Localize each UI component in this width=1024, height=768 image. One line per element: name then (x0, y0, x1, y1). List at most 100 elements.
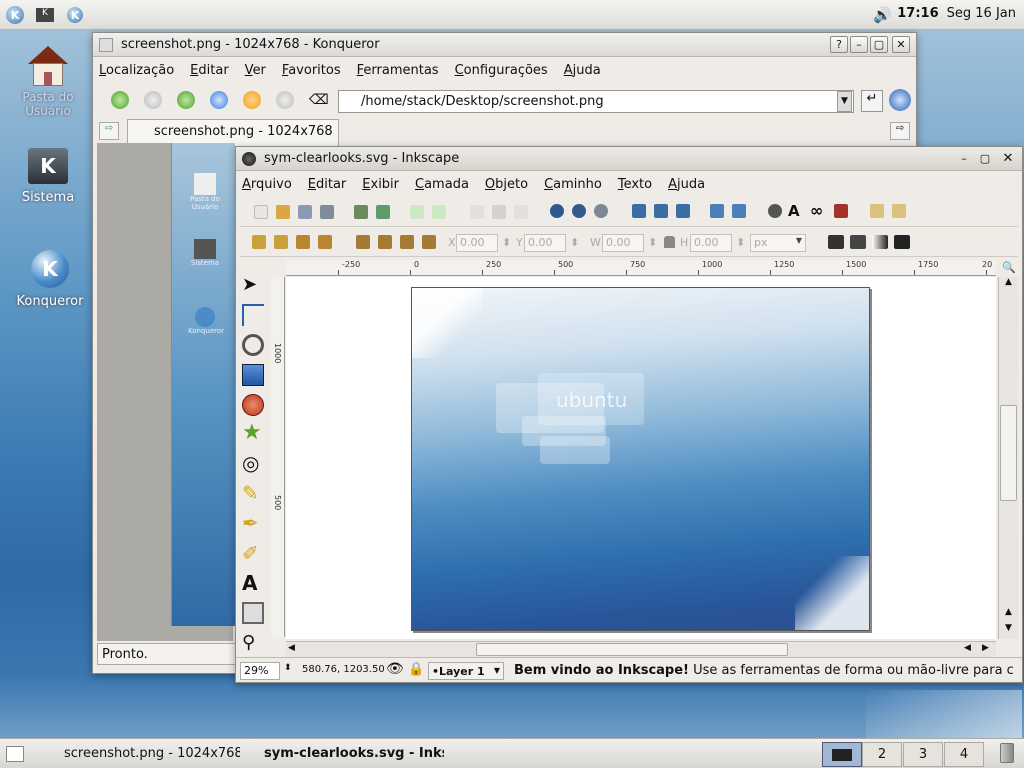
group-icon[interactable] (710, 204, 724, 218)
rectangle-tool-icon[interactable] (242, 364, 264, 386)
zoom-page-icon[interactable] (594, 204, 608, 218)
import-icon[interactable] (354, 205, 368, 219)
zoom-stepper-icon[interactable]: ⬍ (284, 663, 292, 673)
rotate-cw-icon[interactable] (274, 235, 288, 249)
redo-icon[interactable] (432, 205, 446, 219)
menu-editar[interactable]: Editar (190, 63, 229, 78)
konqueror-titlebar[interactable]: screenshot.png - 1024x768 - Konqueror ? … (93, 33, 916, 57)
align-icon[interactable] (834, 204, 848, 218)
new-document-icon[interactable] (254, 205, 268, 219)
h-field[interactable]: 0.00 (690, 234, 732, 252)
minimize-button[interactable]: – (955, 150, 973, 167)
home-icon[interactable] (210, 91, 228, 109)
location-input[interactable]: /home/stack/Desktop/screenshot.png (338, 90, 854, 113)
clock[interactable]: 17:16 Seg 16 Jan (897, 6, 1016, 21)
vertical-scrollbar[interactable]: ▲ ▲ ▼ (998, 277, 1018, 639)
up-icon[interactable] (177, 91, 195, 109)
lower-to-bottom-icon[interactable] (422, 235, 436, 249)
zoom-lens-icon[interactable]: 🔍 (1002, 261, 1016, 274)
close-button[interactable]: ✕ (892, 36, 910, 53)
menu-camada[interactable]: Camada (415, 177, 469, 192)
desktop-icon-konqueror[interactable]: K Konqueror (5, 250, 95, 309)
vertical-scroll-thumb[interactable] (1000, 405, 1017, 501)
horizontal-scrollbar[interactable]: ◀ ◀ ▶ (286, 641, 996, 657)
lock-layer-icon[interactable]: 🔒 (408, 662, 424, 677)
layer-select[interactable]: •Layer 1 ▼ (428, 662, 504, 680)
eye-icon[interactable]: 👁 (386, 661, 404, 677)
go-icon[interactable]: ↵ (861, 90, 883, 112)
x-field[interactable]: 0.00 (456, 234, 498, 252)
desktop-2[interactable]: 2 (862, 742, 902, 767)
rotate-ccw-icon[interactable] (252, 235, 266, 249)
back-icon[interactable] (111, 91, 129, 109)
pen-tool-icon[interactable]: ✒ (242, 512, 264, 534)
close-tab-icon[interactable]: ⇨ (890, 122, 910, 140)
maximize-button[interactable]: ▢ (976, 150, 994, 167)
text-tool-icon[interactable]: A (242, 572, 264, 594)
minimize-button[interactable]: – (850, 36, 868, 53)
konqueror-launcher-icon[interactable]: K (64, 5, 86, 25)
location-dropdown-icon[interactable]: ▼ (837, 91, 852, 112)
horizontal-scroll-thumb[interactable] (476, 643, 788, 656)
menu-ajuda[interactable]: Ajuda (668, 177, 705, 192)
desktop-3[interactable]: 3 (903, 742, 943, 767)
document-properties-icon[interactable] (892, 204, 906, 218)
copy-icon[interactable] (470, 205, 484, 219)
star-tool-icon[interactable]: ★ (242, 422, 264, 444)
connector-tool-icon[interactable] (242, 602, 264, 624)
menu-editar[interactable]: Editar (308, 177, 347, 192)
unlink-clone-icon[interactable] (676, 204, 690, 218)
menu-ferramentas[interactable]: Ferramentas (357, 63, 439, 78)
zoom-selection-icon[interactable] (550, 204, 564, 218)
scroll-left-icon[interactable]: ◀ (964, 643, 971, 653)
flip-vertical-icon[interactable] (318, 235, 332, 249)
menu-texto[interactable]: Texto (618, 177, 652, 192)
preferences-icon[interactable] (870, 204, 884, 218)
scroll-left-icon[interactable]: ◀ (288, 643, 295, 653)
desktop-4[interactable]: 4 (944, 742, 984, 767)
raise-to-top-icon[interactable] (356, 235, 370, 249)
raise-icon[interactable] (378, 235, 392, 249)
task-konqueror[interactable]: screenshot.png - 1024x768 (44, 743, 240, 765)
clone-icon[interactable] (654, 204, 668, 218)
kde-menu-icon[interactable]: K (4, 5, 26, 25)
zoom-tool-icon[interactable] (242, 334, 264, 356)
menu-configuracoes[interactable]: Configurações (455, 63, 548, 78)
pencil-tool-icon[interactable]: ✎ (242, 482, 264, 504)
close-button[interactable]: ✕ (999, 150, 1017, 167)
stop-icon[interactable] (276, 91, 294, 109)
y-field[interactable]: 0.00 (524, 234, 566, 252)
print-icon[interactable] (320, 205, 334, 219)
undo-icon[interactable] (410, 205, 424, 219)
help-button[interactable]: ? (830, 36, 848, 53)
clear-location-icon[interactable]: ⌫ (309, 92, 329, 108)
menu-objeto[interactable]: Objeto (485, 177, 528, 192)
tab-screenshot[interactable]: screenshot.png - 1024x768 (127, 119, 339, 146)
menu-exibir[interactable]: Exibir (362, 177, 399, 192)
trash-icon[interactable] (1000, 743, 1014, 763)
fill-stroke-icon[interactable] (768, 204, 782, 218)
open-icon[interactable] (276, 205, 290, 219)
transform-gradient-icon[interactable] (872, 235, 888, 249)
lock-icon[interactable] (664, 236, 675, 248)
system-icon[interactable]: K (34, 5, 56, 25)
ellipse-tool-icon[interactable] (242, 394, 264, 416)
scroll-down-icon[interactable]: ▲ (1000, 607, 1017, 621)
inkscape-titlebar[interactable]: sym-clearlooks.svg - Inkscape – ▢ ✕ (236, 147, 1022, 171)
lower-icon[interactable] (400, 235, 414, 249)
duplicate-icon[interactable] (632, 204, 646, 218)
dropper-tool-icon[interactable]: ⚲ (242, 632, 264, 654)
w-field[interactable]: 0.00 (602, 234, 644, 252)
menu-ver[interactable]: Ver (245, 63, 266, 78)
volume-icon[interactable]: 🔊 (873, 6, 892, 24)
menu-ajuda[interactable]: Ajuda (564, 63, 601, 78)
desktop-icon-home[interactable]: Pasta do Usuário (3, 46, 93, 118)
forward-icon[interactable] (144, 91, 162, 109)
desktop-1[interactable] (822, 742, 862, 767)
zoom-field[interactable]: 29% (240, 662, 280, 680)
canvas[interactable]: ubuntu (286, 277, 996, 639)
cut-icon[interactable] (492, 205, 506, 219)
transform-pattern-icon[interactable] (894, 235, 910, 249)
desktop-icon-system[interactable]: K Sistema (3, 148, 93, 205)
text-font-icon[interactable]: A (788, 202, 800, 220)
